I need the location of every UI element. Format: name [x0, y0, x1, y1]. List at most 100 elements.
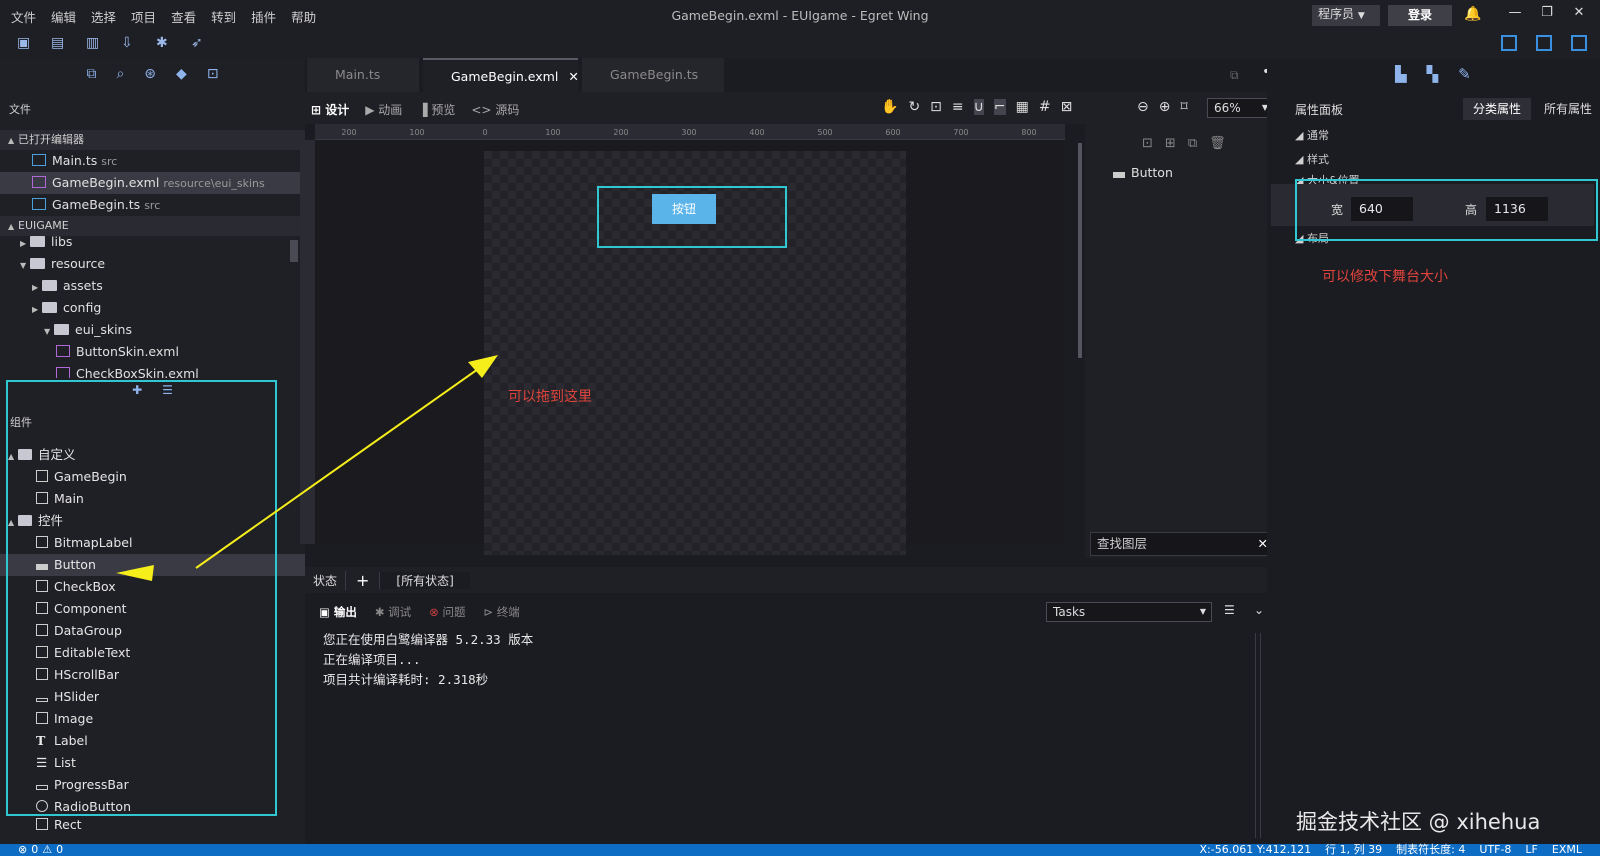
clear-output-icon[interactable]: ☰ — [1224, 603, 1235, 617]
tab-size[interactable]: 制表符长度: 4 — [1396, 844, 1465, 856]
tree-folder-assets[interactable]: ▶ assets — [0, 275, 305, 297]
hand-icon[interactable]: ✋ — [881, 99, 898, 115]
open-editor-item[interactable]: Main.ts src — [0, 150, 305, 172]
canvas-scrollbar[interactable] — [1078, 143, 1082, 358]
grid-icon[interactable]: ▦ — [1016, 99, 1029, 115]
toggle-left-panel-icon[interactable] — [1501, 35, 1517, 51]
toggle-right-panel-icon[interactable] — [1571, 35, 1587, 51]
section-style[interactable]: ◢ 样式 — [1295, 151, 1329, 167]
mode-label: 源码 — [495, 103, 520, 117]
fit-icon[interactable]: ⌑ — [1180, 99, 1187, 115]
state-all-tab[interactable]: [所有状态] — [379, 571, 470, 589]
tab-terminal[interactable]: ⊳ 终端 — [483, 604, 519, 620]
new-project-icon[interactable]: ▣ — [17, 35, 33, 51]
ruler-tick: 200 — [341, 127, 357, 137]
mode-design[interactable]: ⊞ 设计 — [311, 101, 349, 118]
bell-icon[interactable]: 🔔 — [1464, 6, 1481, 22]
tree-folder-config[interactable]: ▶ config — [0, 297, 305, 319]
console-output: 您正在使用白鹭编译器 5.2.33 版本 正在编译项目... 项目共计编译耗时:… — [323, 630, 533, 690]
tab-gamebegin-ts[interactable]: GameBegin.ts — [582, 58, 724, 92]
language-mode[interactable]: EXML — [1552, 844, 1582, 856]
close-icon[interactable]: ✕ — [1567, 5, 1591, 25]
hash-icon[interactable]: # — [1039, 99, 1051, 115]
group-icon[interactable]: ⊡ — [1142, 136, 1153, 151]
tab-close-icon[interactable]: ✕ — [568, 69, 578, 84]
ruler-ticks: 200 100 0 100 200 300 400 500 600 700 80… — [315, 124, 1065, 140]
split-editor-icon[interactable]: ⧉ — [1230, 68, 1239, 83]
tab-problems[interactable]: ⊗ 问题 — [429, 604, 465, 620]
console-scrollbar[interactable] — [1255, 633, 1261, 838]
book-icon[interactable]: ▚ — [1427, 65, 1439, 83]
tree-folder-eui-skins[interactable]: ▼ eui_skins — [0, 319, 305, 341]
save-icon[interactable]: ▤ — [51, 35, 67, 51]
zoom-in-icon[interactable]: ⊕ — [1159, 99, 1171, 115]
main-toolbar — [0, 30, 1600, 58]
open-editor-item[interactable]: GameBegin.ts src — [0, 194, 305, 216]
zoom-select[interactable]: 66% ▼ — [1207, 98, 1274, 118]
files-icon[interactable]: ⧉ — [86, 66, 96, 82]
status-bar: ⊗ 0 ⚠ 0 X:-56.061 Y:412.121 行 1, 列 39 制表符长… — [0, 844, 1600, 856]
refresh-icon[interactable]: ↻ — [908, 99, 920, 115]
tasks-value: Tasks — [1053, 605, 1086, 619]
ungroup-icon[interactable]: ⊞ — [1165, 136, 1176, 151]
section-general[interactable]: ◢ 通常 — [1295, 127, 1329, 143]
tree-folder-resource[interactable]: ▼ resource — [0, 253, 305, 275]
screenshot-icon[interactable]: ⊡ — [930, 99, 942, 115]
layer-tools: ⊡ ⊞ ⧉ 🗑 — [1142, 136, 1226, 151]
debug-icon[interactable]: ✱ — [156, 35, 172, 51]
file-path: resource\eui_skins — [163, 177, 265, 190]
collapse-icon: ▼ — [20, 261, 27, 270]
component-item[interactable]: Rect — [0, 818, 305, 832]
layer-search-input[interactable]: 查找图层 ✕ — [1090, 532, 1277, 556]
mode-animation[interactable]: ▶ 动画 — [365, 101, 402, 118]
mode-preview[interactable]: ▐ 预览 — [418, 101, 455, 118]
tree-folder-libs[interactable]: ▶ libs — [0, 236, 305, 253]
horizontal-ruler: 200 100 0 100 200 300 400 500 600 700 80… — [315, 124, 1065, 140]
tasks-select[interactable]: Tasks ▼ — [1046, 602, 1212, 622]
tab-main-ts[interactable]: Main.ts — [307, 58, 419, 92]
maximize-icon[interactable]: ❐ — [1535, 5, 1559, 25]
layer-item[interactable]: Button — [1113, 165, 1173, 180]
problems-counter[interactable]: ⊗ 0 ⚠ 0 — [18, 844, 63, 856]
run-icon[interactable]: ➶ — [191, 35, 207, 51]
zoom-out-icon[interactable]: ⊖ — [1137, 99, 1149, 115]
line-ending[interactable]: LF — [1525, 844, 1537, 856]
toggle-bottom-panel-icon[interactable] — [1536, 35, 1552, 51]
add-state-icon[interactable]: + — [345, 570, 379, 590]
role-select[interactable]: 程序员 ▼ — [1312, 5, 1380, 26]
search-icon[interactable]: ⌕ — [116, 66, 124, 82]
corner-icon[interactable]: ⌐ — [993, 99, 1006, 115]
publish-icon[interactable]: ⇩ — [121, 35, 137, 51]
tree-file[interactable]: ButtonSkin.exml — [0, 341, 305, 363]
collapse-icon: ▲ — [8, 222, 15, 231]
resource-icon[interactable]: ⊡ — [207, 66, 219, 82]
error-icon: ⊗ — [429, 605, 439, 619]
git-icon[interactable]: ◆ — [176, 66, 187, 82]
tab-all-props[interactable]: 所有属性 — [1538, 98, 1598, 120]
tab-output[interactable]: ▣ 输出 — [319, 604, 357, 620]
tab-debug[interactable]: ✱ 调试 — [375, 604, 411, 620]
image-tool-icon[interactable]: ⊠ — [1061, 99, 1073, 115]
cursor-position[interactable]: 行 1, 列 39 — [1325, 844, 1382, 856]
delete-icon[interactable]: 🗑 — [1209, 136, 1226, 151]
rect-icon — [36, 818, 48, 830]
mode-source[interactable]: <> 源码 — [471, 101, 519, 118]
tab-gamebegin-exml[interactable]: GameBegin.exml ✕ — [423, 58, 579, 92]
text-icon[interactable]: ≡ — [952, 99, 964, 115]
minimize-icon[interactable]: — — [1503, 5, 1527, 25]
magnet-icon[interactable]: ∪ — [973, 99, 984, 115]
open-editor-item-active[interactable]: GameBegin.exml resource\eui_skins — [0, 172, 305, 194]
encoding[interactable]: UTF-8 — [1479, 844, 1511, 856]
explorer-scrollbar[interactable] — [290, 240, 298, 262]
collapse-panel-icon[interactable]: ⌄ — [1254, 603, 1264, 617]
folder-icon — [30, 236, 45, 247]
save-all-icon[interactable]: ▥ — [86, 35, 102, 51]
copy-icon[interactable]: ⧉ — [1188, 136, 1197, 151]
extensions-icon[interactable]: ⊛ — [144, 66, 156, 82]
brush-icon[interactable]: ✎ — [1458, 65, 1471, 83]
properties-icon[interactable]: ▙ — [1395, 65, 1407, 83]
login-button[interactable]: 登录 — [1388, 5, 1452, 26]
tab-category-props[interactable]: 分类属性 — [1463, 98, 1531, 120]
open-editors-header[interactable]: ▲ 已打开编辑器 — [0, 130, 305, 150]
project-header[interactable]: ▲ EUIGAME — [0, 216, 305, 236]
